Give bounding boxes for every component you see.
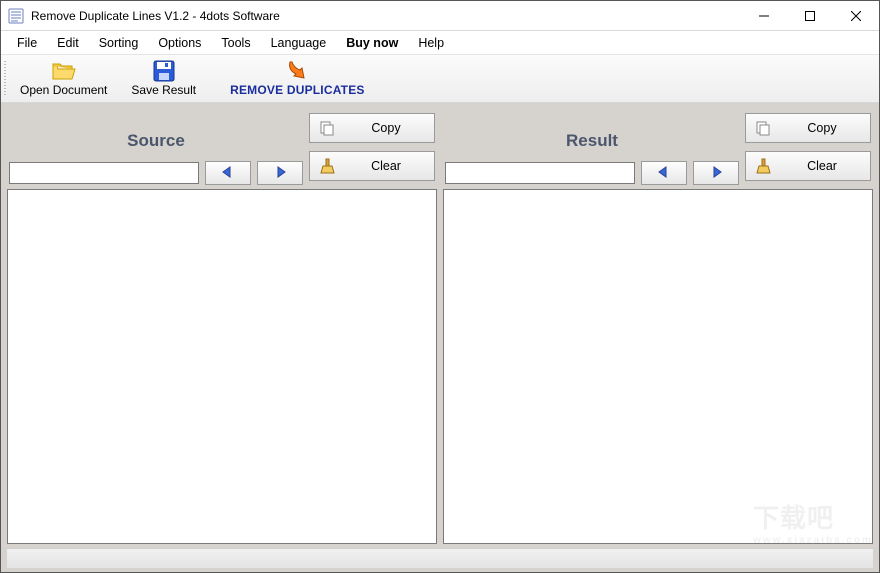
open-folder-icon — [52, 60, 76, 82]
result-title: Result — [566, 131, 618, 151]
copy-icon — [754, 119, 772, 137]
menu-file[interactable]: File — [7, 33, 47, 53]
save-result-label: Save Result — [131, 83, 196, 97]
toolbar: Open Document Save Result REMOVE DUPLICA… — [1, 55, 879, 103]
copy-icon — [318, 119, 336, 137]
menu-tools[interactable]: Tools — [211, 33, 260, 53]
source-textarea[interactable] — [8, 190, 436, 543]
source-copy-button[interactable]: Copy — [309, 113, 435, 143]
result-copy-label: Copy — [782, 121, 862, 135]
menu-buynow[interactable]: Buy now — [336, 33, 408, 53]
result-prev-button[interactable] — [641, 161, 687, 185]
minimize-button[interactable] — [741, 1, 787, 30]
source-prev-button[interactable] — [205, 161, 251, 185]
remove-duplicates-button[interactable]: REMOVE DUPLICATES — [218, 55, 377, 102]
result-header: Result — [443, 109, 873, 187]
source-clear-button[interactable]: Clear — [309, 151, 435, 181]
close-button[interactable] — [833, 1, 879, 30]
result-copy-button[interactable]: Copy — [745, 113, 871, 143]
result-title-wrap: Result — [445, 113, 739, 185]
source-title-wrap: Source — [9, 113, 303, 185]
menubar: File Edit Sorting Options Tools Language… — [1, 31, 879, 55]
source-title: Source — [127, 131, 185, 151]
menu-options[interactable]: Options — [148, 33, 211, 53]
open-document-label: Open Document — [20, 83, 107, 97]
broom-icon — [318, 157, 336, 175]
menu-sorting[interactable]: Sorting — [89, 33, 149, 53]
result-textarea[interactable] — [444, 190, 872, 543]
source-header: Source — [7, 109, 437, 187]
result-search-row — [445, 161, 739, 185]
menu-help[interactable]: Help — [408, 33, 454, 53]
result-next-button[interactable] — [693, 161, 739, 185]
window-buttons — [741, 1, 879, 30]
broom-icon — [754, 157, 772, 175]
remove-duplicates-label: REMOVE DUPLICATES — [230, 83, 365, 97]
source-copy-label: Copy — [346, 121, 426, 135]
menu-edit[interactable]: Edit — [47, 33, 89, 53]
source-text-pane — [7, 189, 437, 544]
result-pane: Result — [443, 109, 873, 544]
menu-language[interactable]: Language — [261, 33, 337, 53]
source-clear-label: Clear — [346, 159, 426, 173]
arrow-right-icon — [708, 166, 724, 181]
arrow-left-icon — [656, 166, 672, 181]
toolbar-grip[interactable] — [1, 55, 8, 102]
result-controls: Copy Clear — [745, 113, 871, 181]
source-search-input[interactable] — [9, 162, 199, 184]
statusbar — [7, 548, 873, 568]
result-text-pane — [443, 189, 873, 544]
save-result-button[interactable]: Save Result — [119, 55, 208, 102]
source-pane: Source — [7, 109, 437, 544]
work-area: Source — [1, 103, 879, 572]
arrow-down-right-icon — [285, 60, 309, 82]
source-search-row — [9, 161, 303, 185]
maximize-button[interactable] — [787, 1, 833, 30]
window: Remove Duplicate Lines V1.2 - 4dots Soft… — [0, 0, 880, 573]
arrow-left-icon — [220, 166, 236, 181]
panels: Source — [7, 109, 873, 544]
result-clear-label: Clear — [782, 159, 862, 173]
open-document-button[interactable]: Open Document — [8, 55, 119, 102]
result-search-input[interactable] — [445, 162, 635, 184]
app-icon — [8, 8, 24, 24]
window-title: Remove Duplicate Lines V1.2 - 4dots Soft… — [31, 9, 741, 23]
source-controls: Copy Clear — [309, 113, 435, 181]
titlebar: Remove Duplicate Lines V1.2 - 4dots Soft… — [1, 1, 879, 31]
result-clear-button[interactable]: Clear — [745, 151, 871, 181]
source-next-button[interactable] — [257, 161, 303, 185]
arrow-right-icon — [272, 166, 288, 181]
floppy-disk-icon — [152, 60, 176, 82]
